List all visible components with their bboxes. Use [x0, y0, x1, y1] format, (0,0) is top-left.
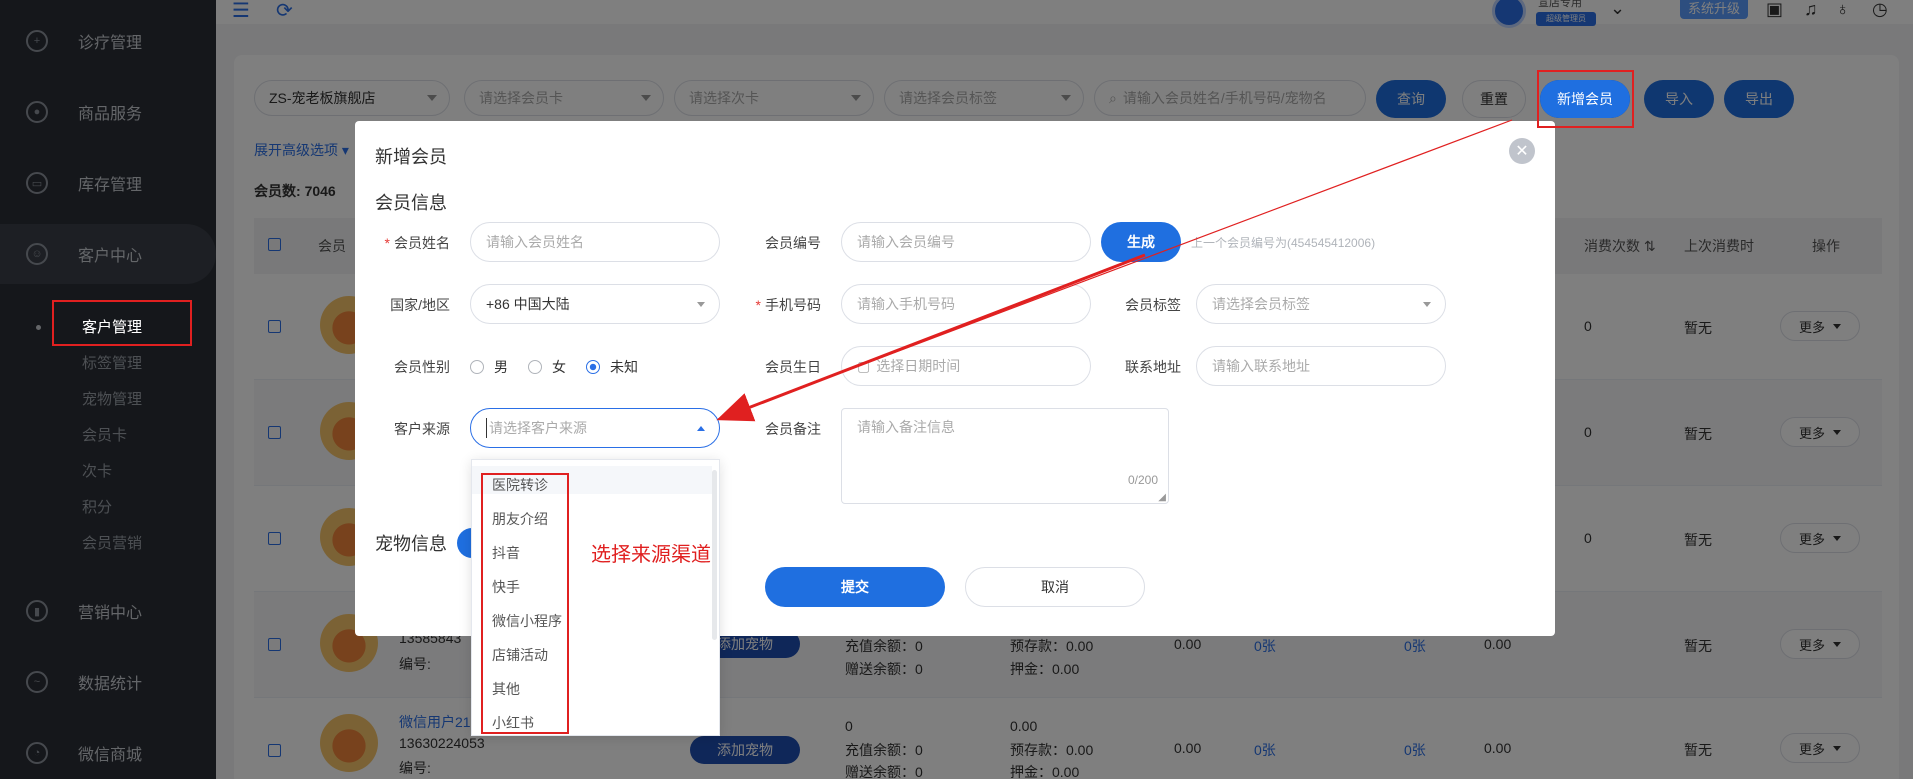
- annotation-arrows: [716, 119, 1513, 422]
- arrow-to-source-field: [716, 253, 1146, 422]
